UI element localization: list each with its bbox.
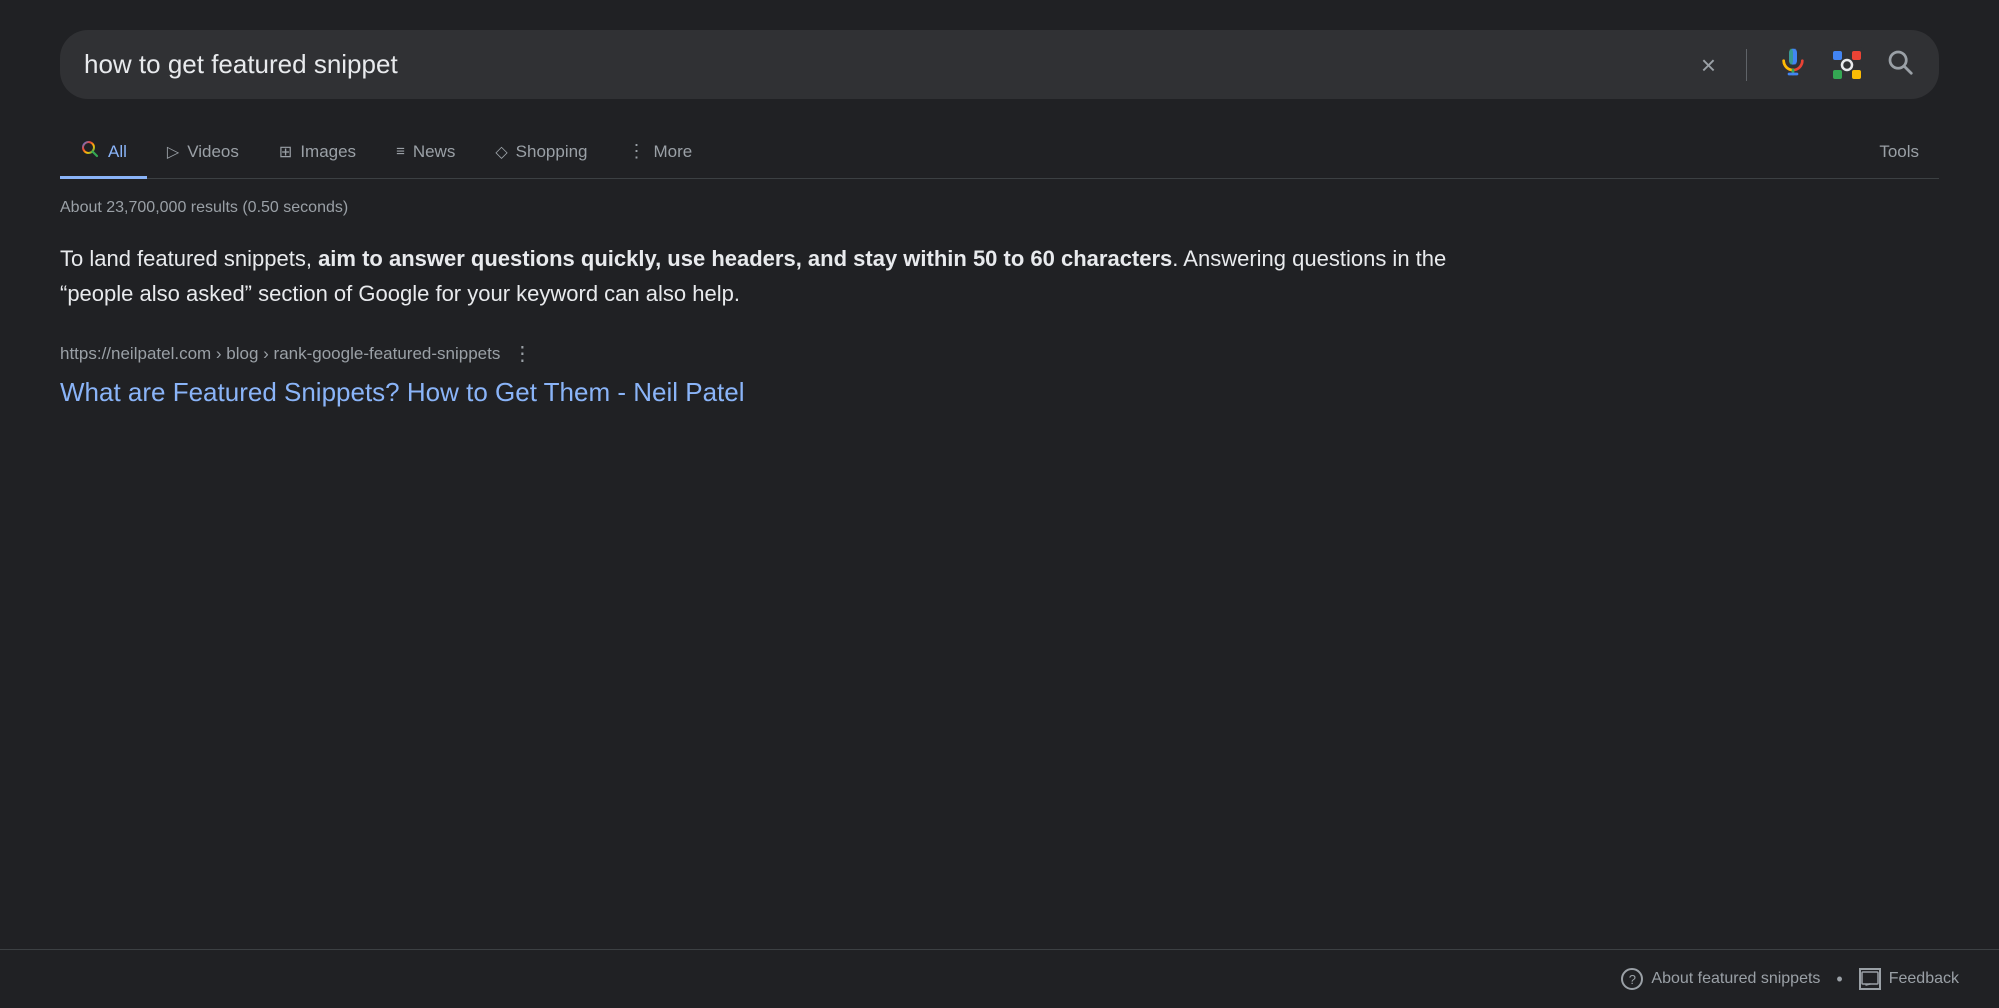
about-snippets-button[interactable]: ? About featured snippets (1621, 968, 1820, 990)
result-title-link[interactable]: What are Featured Snippets? How to Get T… (60, 377, 745, 407)
result-url-text: https://neilpatel.com › blog › rank-goog… (60, 344, 500, 364)
tab-videos-label: Videos (187, 142, 239, 162)
videos-icon: ▷ (167, 142, 179, 162)
feedback-button[interactable]: Feedback (1859, 968, 1959, 990)
snippet-text-bold: aim to answer questions quickly, use hea… (318, 246, 1172, 271)
mic-icon[interactable] (1777, 46, 1809, 83)
google-search-icon (80, 139, 100, 164)
tab-shopping-label: Shopping (516, 142, 588, 162)
featured-snippet-text: To land featured snippets, aim to answer… (60, 241, 1460, 311)
images-icon: ⊞ (279, 142, 292, 162)
tab-tools-label: Tools (1879, 142, 1919, 162)
tab-images[interactable]: ⊞ Images (259, 130, 376, 177)
nav-tabs: All ▷ Videos ⊞ Images ≡ News ◇ Shopping … (60, 127, 1939, 179)
tab-all[interactable]: All (60, 127, 147, 179)
divider (1746, 49, 1747, 81)
results-count: About 23,700,000 results (0.50 seconds) (60, 199, 1939, 217)
help-circle-icon: ? (1621, 968, 1643, 990)
search-input[interactable]: how to get featured snippet (84, 49, 1701, 80)
tab-news-label: News (413, 142, 456, 162)
search-bar: how to get featured snippet × (60, 30, 1939, 99)
tab-more-label: More (654, 142, 693, 162)
news-icon: ≡ (396, 143, 405, 160)
tab-all-label: All (108, 142, 127, 162)
bottom-bar: ? About featured snippets • Feedback (0, 949, 1999, 1008)
feedback-label: Feedback (1889, 970, 1959, 988)
result-more-button[interactable]: ⋮ (512, 341, 532, 366)
snippet-text-before: To land featured snippets, (60, 246, 318, 271)
tab-news[interactable]: ≡ News (376, 130, 475, 177)
tab-shopping[interactable]: ◇ Shopping (475, 130, 607, 177)
clear-icon[interactable]: × (1701, 52, 1716, 78)
tab-more[interactable]: ⋮ More (608, 129, 713, 177)
shopping-icon: ◇ (495, 142, 507, 162)
more-dots-icon: ⋮ (628, 141, 646, 162)
search-toolbar: × (1701, 46, 1915, 83)
bottom-bar-content: ? About featured snippets • Feedback (1621, 968, 1959, 990)
tab-videos[interactable]: ▷ Videos (147, 130, 259, 177)
tab-images-label: Images (300, 142, 356, 162)
tab-tools[interactable]: Tools (1859, 130, 1939, 177)
result-url: https://neilpatel.com › blog › rank-goog… (60, 341, 1939, 366)
lens-icon[interactable] (1829, 47, 1865, 83)
feedback-icon (1859, 968, 1881, 990)
about-snippets-label: About featured snippets (1651, 970, 1820, 988)
search-submit-icon[interactable] (1885, 47, 1915, 82)
dot-separator: • (1836, 969, 1842, 990)
